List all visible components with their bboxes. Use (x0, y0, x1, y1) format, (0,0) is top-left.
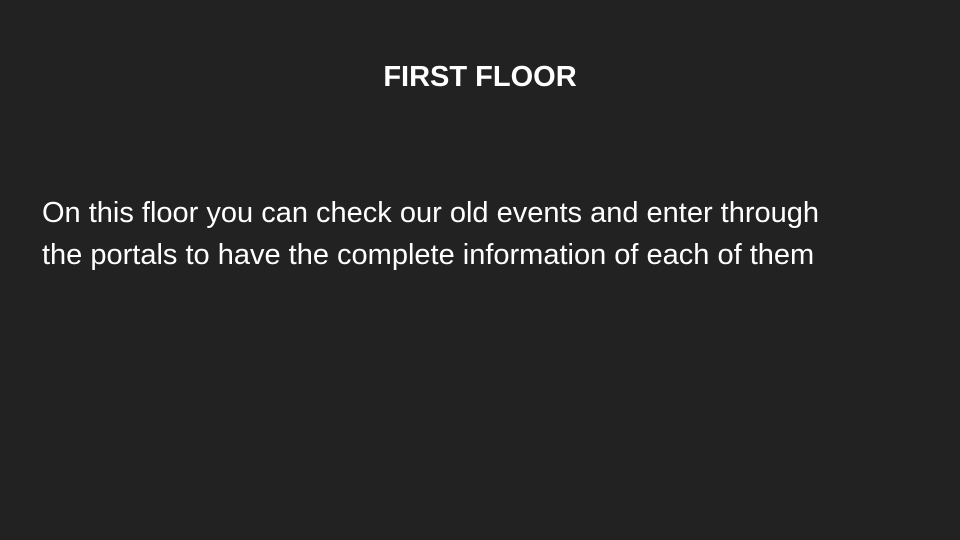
slide-body-text: On this floor you can check our old even… (42, 192, 932, 276)
body-line-2: the portals to have the complete informa… (42, 239, 815, 271)
slide: FIRST FLOOR On this floor you can check … (0, 0, 960, 540)
slide-title: FIRST FLOOR (383, 61, 577, 93)
body-line-1: On this floor you can check our old even… (42, 197, 820, 229)
